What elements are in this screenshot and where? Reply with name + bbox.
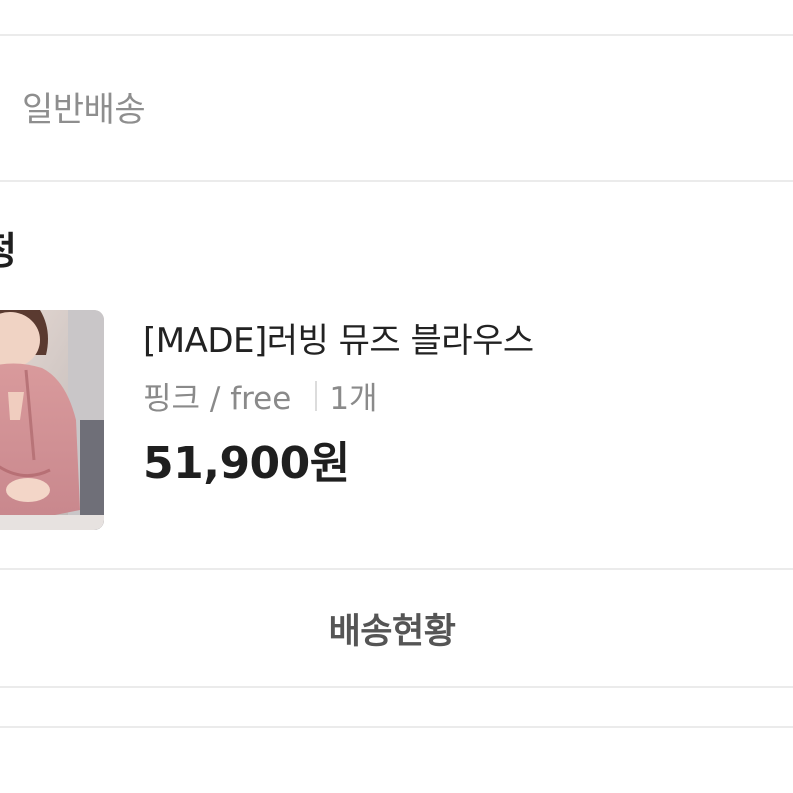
section-title: 정 bbox=[0, 220, 17, 275]
product-price: 51,900원 bbox=[143, 438, 350, 489]
product-photo-pink-blouse-icon bbox=[0, 310, 104, 530]
option-divider bbox=[315, 380, 318, 411]
delivery-status-button[interactable]: 배송현황 bbox=[0, 570, 793, 686]
product-name[interactable]: [MADE]러빙 뮤즈 블라우스 bbox=[143, 313, 534, 362]
order-detail-page: 일반배송 정 bbox=[0, 0, 793, 793]
delivery-status-label: 배송현황 bbox=[328, 611, 456, 652]
product-thumbnail[interactable] bbox=[0, 310, 104, 530]
product-option-row: 핑크 / free 1개 bbox=[143, 373, 378, 418]
divider-bottom bbox=[0, 726, 793, 728]
divider-section bbox=[0, 180, 793, 182]
divider-top bbox=[0, 34, 793, 36]
product-option: 핑크 / free bbox=[143, 381, 292, 417]
divider-after-button bbox=[0, 686, 793, 688]
product-quantity: 1개 bbox=[329, 381, 378, 417]
shipping-type-label: 일반배송 bbox=[22, 90, 146, 130]
